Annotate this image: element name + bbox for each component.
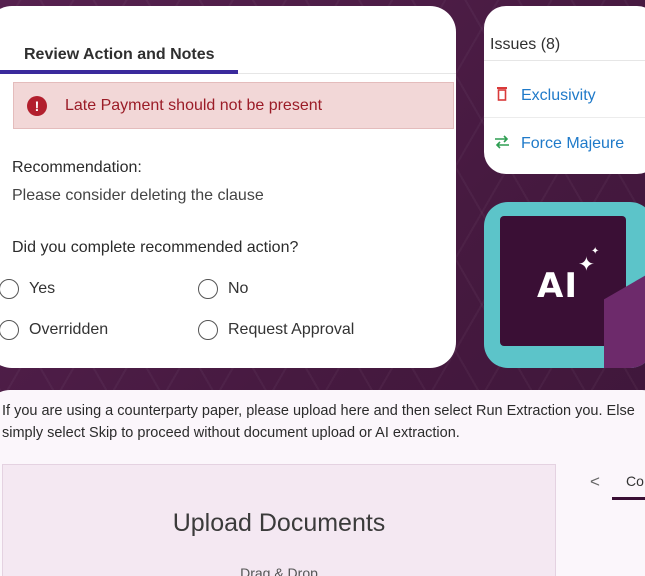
tab-review-action-notes[interactable]: Review Action and Notes	[24, 46, 215, 64]
radio-label: Yes	[29, 280, 56, 297]
radio-request-approval[interactable]: Request Approval	[198, 320, 354, 340]
issue-item-exclusivity[interactable]: Exclusivity	[494, 86, 596, 105]
upload-card: If you are using a counterparty paper, p…	[0, 390, 645, 576]
trash-icon	[494, 86, 510, 105]
ai-badge: AI ✦ ✦	[484, 202, 645, 368]
review-card: Review Action and Notes ! Late Payment s…	[0, 6, 456, 368]
radio-no[interactable]: No	[198, 279, 248, 299]
active-tab-indicator	[612, 497, 645, 500]
alert-message: Late Payment should not be present	[65, 96, 323, 114]
chevron-left-icon[interactable]: <	[590, 472, 600, 492]
issue-label: Force Majeure	[521, 135, 625, 152]
radio-label: Request Approval	[228, 321, 355, 338]
issue-item-force-majeure[interactable]: Force Majeure	[494, 135, 624, 153]
upload-instructions: If you are using a counterparty paper, p…	[2, 403, 635, 441]
swap-icon	[494, 135, 510, 153]
radio-label: No	[228, 280, 249, 297]
radio-circle[interactable]	[198, 279, 218, 299]
drop-zone[interactable]: Upload Documents Drag & Drop	[2, 464, 556, 576]
radio-overridden[interactable]: Overridden	[0, 320, 108, 340]
radio-circle[interactable]	[0, 320, 19, 340]
issue-label: Exclusivity	[521, 86, 596, 104]
recommendation-text: Please consider deleting the clause	[12, 187, 264, 204]
review-tab-bar: Review Action and Notes	[0, 6, 456, 74]
radio-label: Overridden	[29, 321, 109, 338]
tab-co[interactable]: Co	[626, 473, 644, 489]
sparkle-small-icon: ✦	[591, 246, 600, 257]
divider	[484, 117, 645, 118]
issues-card: Issues (8) Exclusivity Force Majeure	[484, 6, 645, 174]
active-tab-indicator	[0, 70, 238, 74]
radio-circle[interactable]	[198, 320, 218, 340]
error-alert: ! Late Payment should not be present	[13, 82, 454, 129]
error-icon: !	[27, 95, 47, 116]
radio-circle[interactable]	[0, 279, 19, 299]
upload-title: Upload Documents	[172, 509, 386, 537]
ai-logo-text: AI	[537, 266, 578, 306]
action-question: Did you complete recommended action?	[12, 239, 299, 256]
drag-drop-label: Drag & Drop	[240, 565, 318, 576]
radio-yes[interactable]: Yes	[0, 279, 55, 299]
recommendation-label: Recommendation:	[12, 159, 142, 176]
issues-header: Issues (8)	[484, 6, 645, 61]
